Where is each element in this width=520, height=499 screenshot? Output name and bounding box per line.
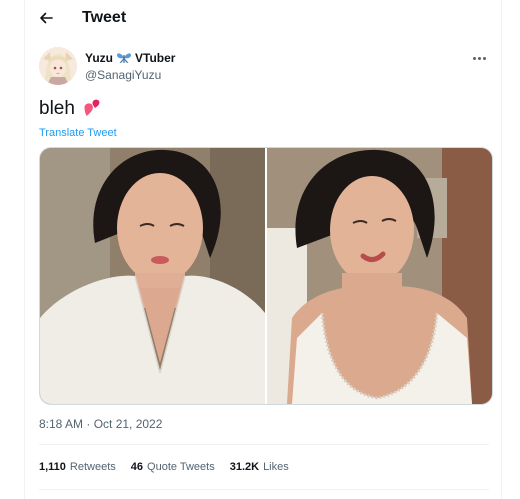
quotes-label: Quote Tweets xyxy=(147,461,215,473)
display-name: Yuzu xyxy=(85,51,114,65)
media-image-2[interactable] xyxy=(267,148,492,404)
tweet-timestamp[interactable]: 8:18 AM · Oct 21, 2022 xyxy=(39,416,162,432)
dot-icon xyxy=(482,56,486,60)
more-options-button[interactable] xyxy=(471,52,487,64)
tweet-stats: 1,110 Retweets 46 Quote Tweets 31.2K Lik… xyxy=(39,459,289,475)
likes-stat[interactable]: 31.2K Likes xyxy=(230,459,289,475)
divider xyxy=(39,444,489,445)
display-name-suffix: VTuber xyxy=(135,51,176,65)
page-title: Tweet xyxy=(82,9,127,26)
dot-icon xyxy=(472,56,476,60)
quotes-count: 46 xyxy=(130,461,144,473)
author-name[interactable]: Yuzu VTuber xyxy=(85,50,175,66)
retweets-stat[interactable]: 1,110 Retweets xyxy=(39,459,116,475)
header: Tweet xyxy=(25,0,503,36)
translate-link[interactable]: Translate Tweet xyxy=(39,126,117,140)
back-arrow-icon xyxy=(40,12,53,24)
retweets-count: 1,110 xyxy=(39,461,66,473)
avatar[interactable] xyxy=(39,47,77,85)
tweet-column: Tweet Yuzu VTuber @SanagiYuzu bleh Trans… xyxy=(24,0,502,499)
butterfly-icon xyxy=(117,53,132,63)
dot-icon xyxy=(477,56,481,60)
media-grid xyxy=(39,147,493,405)
two-hearts-icon xyxy=(84,99,100,116)
divider xyxy=(39,489,489,490)
back-button[interactable] xyxy=(35,7,57,29)
likes-label: Likes xyxy=(263,461,289,473)
quotes-stat[interactable]: 46 Quote Tweets xyxy=(131,459,215,475)
author-handle[interactable]: @SanagiYuzu xyxy=(85,67,161,83)
likes-count: 31.2K xyxy=(229,461,260,473)
tweet-text: bleh xyxy=(39,98,75,119)
retweets-label: Retweets xyxy=(69,461,116,473)
tweet-body: bleh xyxy=(39,98,102,120)
media-image-1[interactable] xyxy=(40,148,265,404)
